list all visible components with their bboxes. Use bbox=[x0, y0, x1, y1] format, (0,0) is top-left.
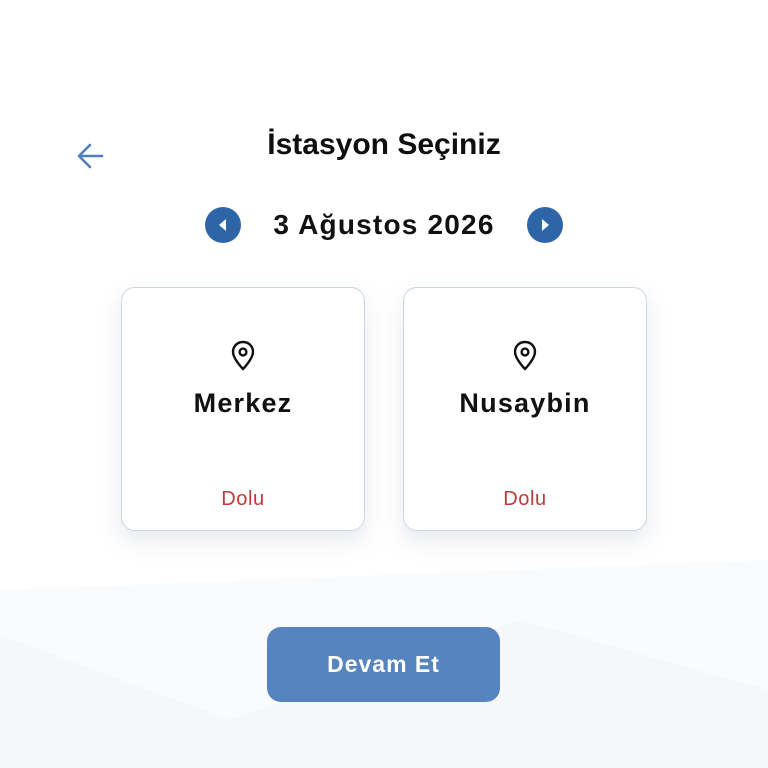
station-list: Merkez Dolu Nusaybin Dolu bbox=[121, 287, 648, 531]
next-date-button[interactable] bbox=[526, 207, 563, 243]
station-card-merkez[interactable]: Merkez Dolu bbox=[121, 287, 365, 531]
page-title: İstasyon Seçiniz bbox=[267, 128, 501, 161]
chevron-left-icon bbox=[219, 219, 227, 231]
continue-button[interactable]: Devam Et bbox=[267, 627, 500, 702]
station-name: Merkez bbox=[193, 388, 293, 418]
date-navigator: 3 Ağustos 2026 bbox=[0, 206, 768, 244]
previous-date-button[interactable] bbox=[205, 207, 242, 243]
station-status: Dolu bbox=[503, 488, 547, 510]
chevron-right-icon bbox=[541, 219, 549, 231]
selected-date: 3 Ağustos 2026 bbox=[273, 209, 495, 240]
station-name: Nusaybin bbox=[459, 388, 591, 418]
station-status: Dolu bbox=[221, 488, 265, 510]
location-pin-icon bbox=[231, 340, 255, 371]
location-pin-icon bbox=[513, 340, 537, 371]
station-card-nusaybin[interactable]: Nusaybin Dolu bbox=[403, 287, 647, 531]
station-select-screen: İstasyon Seçiniz 3 Ağustos 2026 Merkez D… bbox=[0, 0, 768, 768]
